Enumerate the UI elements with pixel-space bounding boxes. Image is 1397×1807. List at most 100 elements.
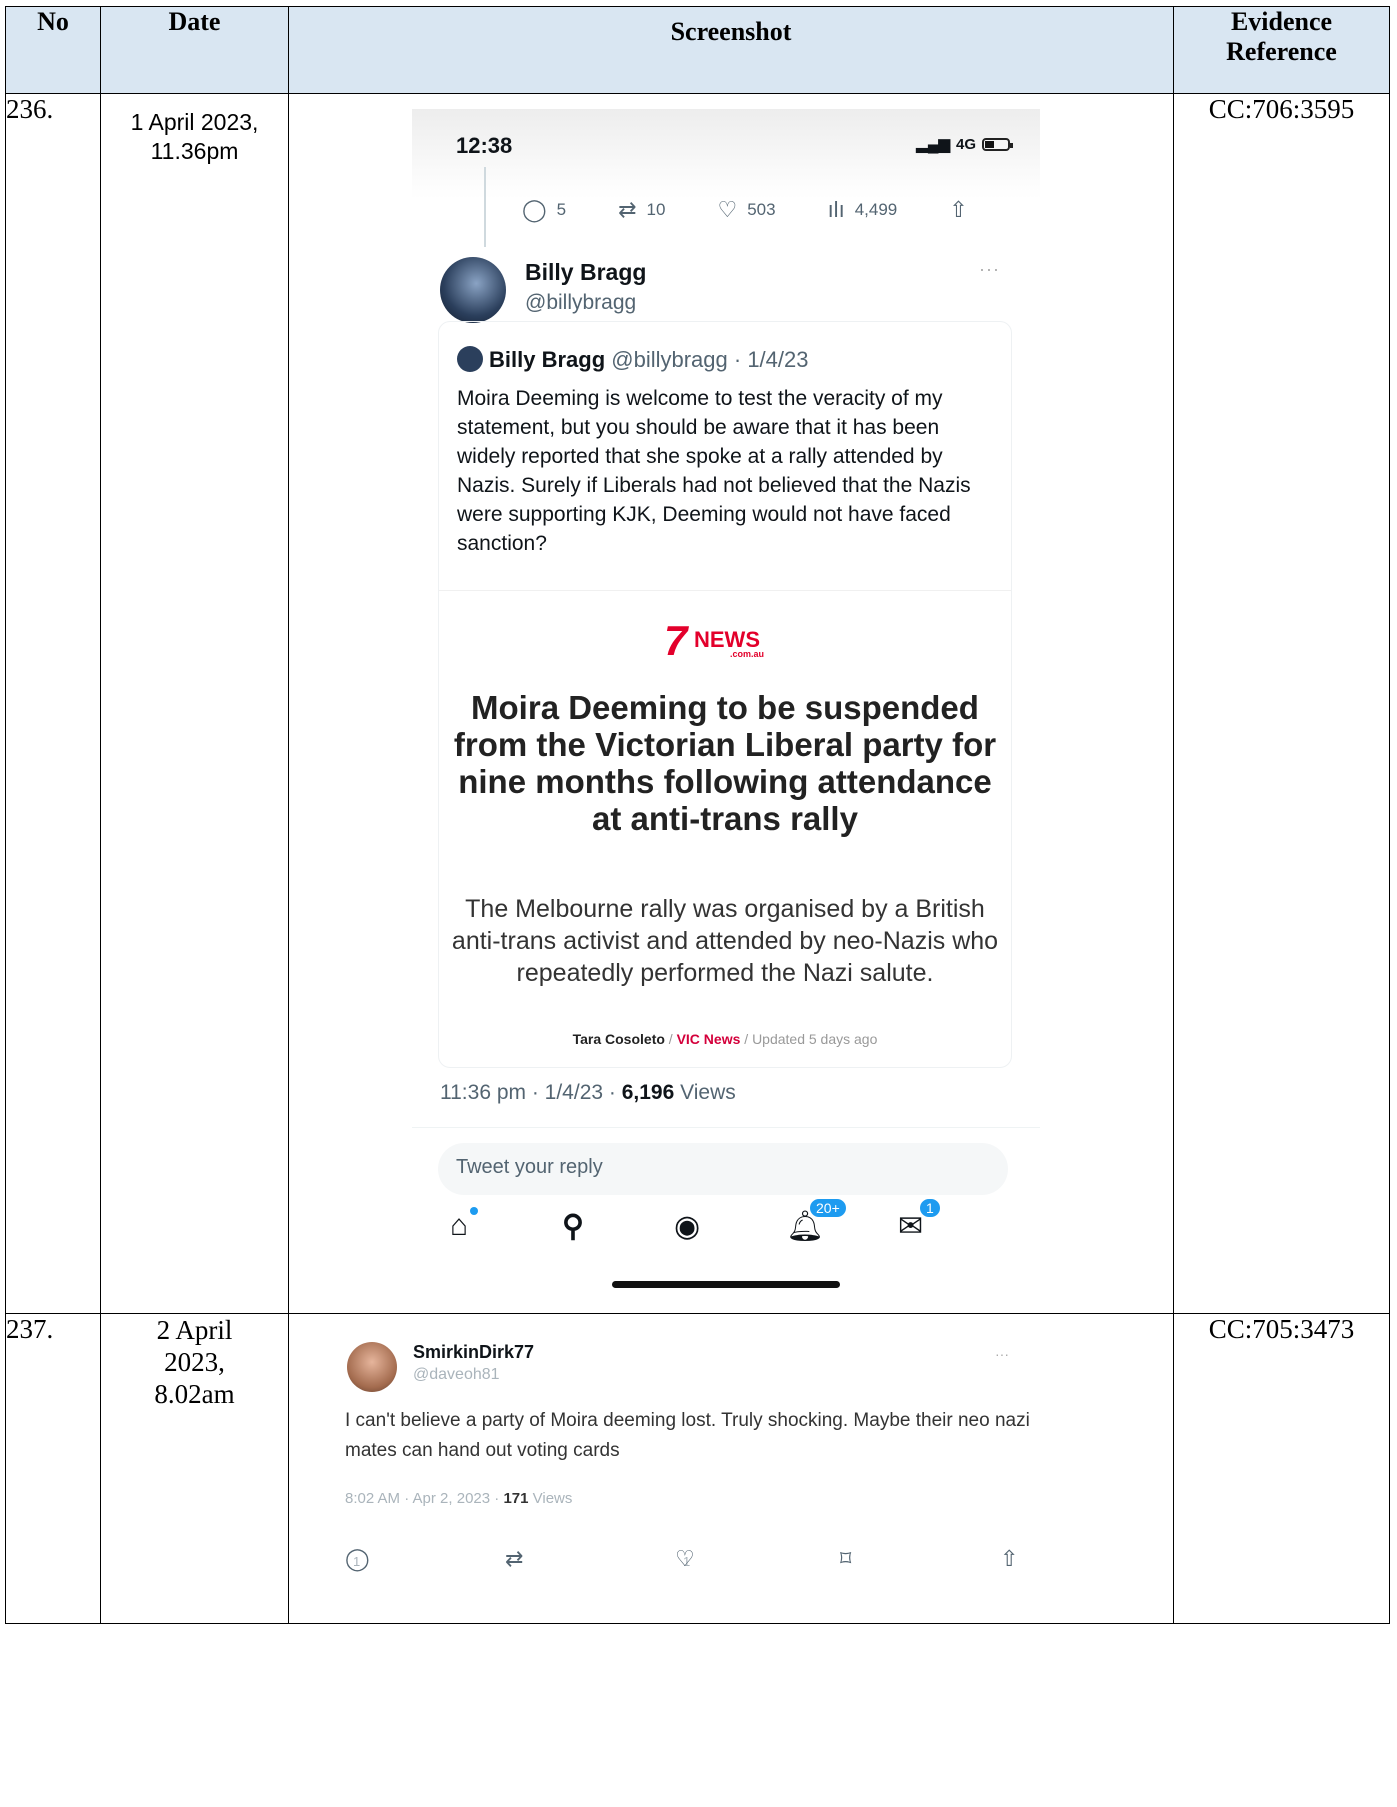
- evidence-reference: CC:705:3473: [1173, 1313, 1390, 1624]
- tweet-timestamp: 11:36 pm · 1/4/23 · 6,196 Views: [440, 1081, 736, 1105]
- tweet-text: I can't believe a party of Moira deeming…: [345, 1410, 1030, 1461]
- row-number: 236.: [5, 93, 101, 1314]
- reply-icon: ◯: [345, 1546, 370, 1571]
- evidence-reference: CC:706:3595: [1173, 93, 1390, 1314]
- header-date: Date: [100, 6, 289, 94]
- heart-icon: ♡: [717, 197, 738, 222]
- home-indicator: [612, 1281, 840, 1288]
- retweet-icon: ⇄: [618, 197, 637, 222]
- header-screenshot: Screenshot: [288, 6, 1174, 94]
- date-line: 1 April 2023,: [130, 109, 259, 135]
- header-row: No Date Screenshot Evidence Reference: [5, 6, 1390, 94]
- header-evidence-reference: Evidence Reference: [1173, 6, 1390, 94]
- messages-badge: 1: [918, 1197, 942, 1219]
- like-button[interactable]: ♡ 1: [675, 1546, 695, 1572]
- views-count: 6,196: [621, 1081, 675, 1104]
- quoted-author-name: Billy Bragg: [489, 347, 606, 372]
- more-options-icon[interactable]: ···: [979, 259, 1000, 280]
- views-icon: ılı: [827, 197, 845, 222]
- reply-button[interactable]: ◯ 5: [522, 197, 566, 223]
- header-reference-line1: Evidence: [1230, 7, 1333, 36]
- author-name[interactable]: Billy Bragg: [525, 259, 646, 286]
- row-date: 1 April 2023, 11.36pm: [100, 93, 289, 1314]
- card-subtitle: The Melbourne rally was organised by a B…: [451, 895, 999, 987]
- row-date: 2 April 2023, 8.02am: [100, 1313, 289, 1624]
- share-icon: ⇧: [949, 197, 968, 222]
- table-row: 236. 1 April 2023, 11.36pm 12:38 ▂▄▆ 4G ◯…: [5, 93, 1390, 1314]
- reply-placeholder: Tweet your reply: [456, 1156, 603, 1178]
- card-byline: Tara Cosoleto / VIC News / Updated 5 day…: [439, 1031, 1011, 1047]
- date-line: 8.02am: [154, 1379, 235, 1409]
- share-button[interactable]: ⇧: [949, 197, 967, 223]
- table-row: 237. 2 April 2023, 8.02am SmirkinDirk77 @d…: [5, 1313, 1390, 1624]
- logo-seven: 7: [664, 617, 688, 664]
- status-indicators: ▂▄▆ 4G: [916, 135, 1013, 153]
- phone-screenshot: 12:38 ▂▄▆ 4G ◯5 ⇄10 ♡503 ılı4,499 ⇧: [412, 109, 1040, 1294]
- screenshot-container: 12:38 ▂▄▆ 4G ◯5 ⇄10 ♡503 ılı4,499 ⇧: [289, 94, 1173, 1312]
- views-label: Views: [674, 1081, 736, 1104]
- header-no: No: [5, 6, 101, 94]
- network-type: 4G: [955, 135, 976, 153]
- timestamp: 11:36 pm · 1/4/23 ·: [440, 1081, 622, 1104]
- spaces-icon[interactable]: ◉: [674, 1209, 700, 1244]
- quoted-author-handle: @billybragg · 1/4/23: [611, 347, 809, 372]
- bookmark-icon[interactable]: ⌑: [840, 1546, 851, 1572]
- views-button[interactable]: ılı 4,499: [828, 197, 898, 223]
- evidence-table: No Date Screenshot Evidence Reference 236…: [5, 6, 1390, 1624]
- home-icon[interactable]: ⌂: [450, 1209, 468, 1243]
- home-notification-dot: [470, 1207, 478, 1215]
- news-card[interactable]: 7 NEWS .com.au Moira Deeming to be suspe…: [439, 590, 1011, 1066]
- view-count: 4,499: [854, 200, 898, 219]
- notifications-badge: 20+: [808, 1197, 848, 1219]
- search-icon[interactable]: ⚲: [562, 1209, 584, 1244]
- date-line: 2 April: [156, 1315, 233, 1345]
- screenshot-container: SmirkinDirk77 @daveoh81 ··· I can't beli…: [289, 1314, 1173, 1622]
- thread-line: [484, 167, 486, 247]
- retweet-icon[interactable]: ⇄: [505, 1546, 523, 1572]
- screenshot-cell: SmirkinDirk77 @daveoh81 ··· I can't beli…: [288, 1313, 1174, 1624]
- date-line: 11.36pm: [150, 138, 239, 164]
- author-handle[interactable]: @billybragg: [525, 291, 636, 315]
- signal-icon: ▂▄▆: [916, 136, 950, 153]
- author-name[interactable]: SmirkinDirk77: [413, 1342, 534, 1363]
- like-button[interactable]: ♡ 503: [717, 197, 775, 223]
- divider: [412, 1127, 1040, 1128]
- tweet-actions: ◯ 5 ⇄ 10 ♡ 503 ılı 4,499 ⇧: [522, 197, 1020, 223]
- reply-icon: ◯: [522, 197, 547, 222]
- bottom-nav: ⌂ ⚲ ◉ 🔔︎ 20+ ✉︎ 1: [412, 1197, 1040, 1253]
- reply-button[interactable]: ◯ 1: [345, 1546, 370, 1572]
- like-count: 503: [747, 200, 776, 219]
- tweet-screenshot: SmirkinDirk77 @daveoh81 ··· I can't beli…: [329, 1324, 1059, 1614]
- quoted-tweet-text: Moira Deeming is welcome to test the ver…: [457, 387, 971, 555]
- tweet-timestamp: 8:02 AM · Apr 2, 2023 · 171 Views: [345, 1490, 572, 1507]
- byline-section: VIC News: [676, 1031, 741, 1047]
- card-title: Moira Deeming to be suspended from the V…: [453, 689, 997, 837]
- views-count: 171: [503, 1490, 529, 1507]
- views-label: Views: [528, 1490, 573, 1507]
- status-time: 12:38: [456, 133, 513, 158]
- header-reference-line2: Reference: [1226, 37, 1337, 66]
- quoted-tweet-header: Billy Bragg @billybragg · 1/4/23: [457, 346, 808, 373]
- more-options-icon[interactable]: ···: [995, 1346, 1009, 1362]
- reply-count: 5: [556, 200, 567, 219]
- author-handle[interactable]: @daveoh81: [413, 1366, 500, 1384]
- avatar: [457, 346, 483, 372]
- timestamp: 8:02 AM · Apr 2, 2023 ·: [345, 1490, 504, 1507]
- share-icon[interactable]: ⇧: [1000, 1546, 1018, 1572]
- battery-icon: [982, 137, 1013, 151]
- heart-icon: ♡: [675, 1546, 695, 1571]
- byline-separator: /: [664, 1031, 677, 1047]
- avatar[interactable]: [347, 1342, 397, 1392]
- byline-separator: /: [740, 1031, 753, 1047]
- byline-author: Tara Cosoleto: [572, 1031, 665, 1047]
- screenshot-cell: 12:38 ▂▄▆ 4G ◯5 ⇄10 ♡503 ılı4,499 ⇧: [288, 93, 1174, 1314]
- 7news-logo: 7 NEWS .com.au: [664, 617, 784, 664]
- retweet-button[interactable]: ⇄ 10: [618, 197, 665, 223]
- avatar[interactable]: [440, 257, 506, 323]
- row-number: 237.: [5, 1313, 101, 1624]
- quoted-tweet[interactable]: Billy Bragg @billybragg · 1/4/23 Moira D…: [438, 321, 1012, 1068]
- reply-input[interactable]: Tweet your reply: [438, 1143, 1008, 1195]
- byline-updated: Updated 5 days ago: [752, 1031, 878, 1047]
- retweet-count: 10: [646, 200, 666, 219]
- logo-domain: .com.au: [730, 649, 765, 659]
